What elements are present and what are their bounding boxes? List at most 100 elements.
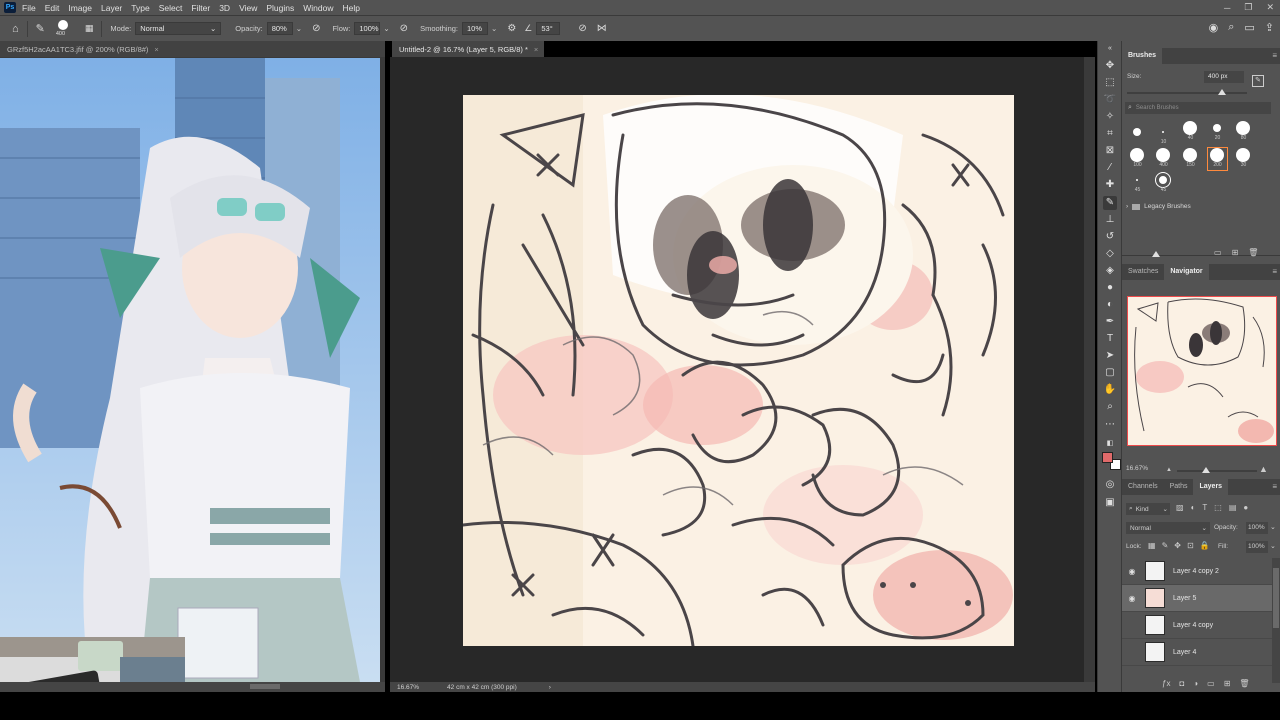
zoom-in-icon[interactable]: ▲ — [1259, 464, 1268, 474]
close-icon[interactable]: × — [154, 45, 158, 54]
adjustment-layer-filter-icon[interactable]: ◐ — [1191, 503, 1196, 512]
brush-preset[interactable]: 400 — [1154, 148, 1173, 170]
brush-preset-selected[interactable]: 200 — [1207, 147, 1228, 171]
visibility-eye-icon[interactable]: ◉ — [1122, 567, 1142, 576]
add-mask-icon[interactable]: ◘ — [1179, 679, 1184, 688]
lock-transparency-icon[interactable]: ▦ — [1148, 541, 1156, 550]
brush-size-slider[interactable] — [1127, 92, 1247, 94]
menu-help[interactable]: Help — [342, 3, 359, 13]
pen-tool-icon[interactable]: ✒ — [1103, 315, 1117, 329]
menu-view[interactable]: View — [239, 3, 257, 13]
opacity-input[interactable]: 80% — [266, 22, 293, 35]
healing-brush-tool-icon[interactable]: ✚ — [1103, 178, 1117, 192]
brush-preset[interactable]: 150 — [1181, 148, 1200, 170]
history-brush-tool-icon[interactable]: ↺ — [1103, 230, 1117, 244]
chevron-down-icon[interactable]: ⌄ — [383, 24, 389, 33]
zoom-level[interactable]: 16.67% — [397, 684, 419, 691]
document-canvas-area[interactable] — [390, 57, 1084, 682]
panel-menu-icon[interactable]: ≡ — [1272, 267, 1277, 276]
layers-scrollbar-thumb[interactable] — [1273, 568, 1279, 628]
foreground-color-swatch[interactable] — [1102, 452, 1113, 463]
brush-preset[interactable]: 40 — [1181, 121, 1200, 143]
menu-edit[interactable]: Edit — [45, 3, 60, 13]
menu-plugins[interactable]: Plugins — [266, 3, 294, 13]
lock-artboard-icon[interactable]: ⊡ — [1187, 541, 1194, 550]
brush-settings-icon[interactable]: ▦ — [85, 23, 94, 34]
brush-size-picker[interactable]: 400 — [53, 18, 75, 40]
mode-select[interactable]: Normal ⌄ — [135, 22, 222, 35]
menu-3d[interactable]: 3D — [219, 3, 230, 13]
default-colors-icon[interactable]: ◧ — [1103, 437, 1117, 451]
tab-navigator[interactable]: Navigator — [1164, 264, 1209, 280]
layer-blend-mode-select[interactable]: Normal ⌄ — [1126, 522, 1210, 534]
close-window-icon[interactable]: ✕ — [1266, 2, 1274, 13]
navigator-preview[interactable] — [1127, 296, 1277, 446]
new-folder-icon[interactable]: ▭ — [1214, 248, 1222, 257]
lock-pixels-icon[interactable]: ✎ — [1162, 541, 1169, 550]
menu-select[interactable]: Select — [159, 3, 183, 13]
path-selection-tool-icon[interactable]: ➤ — [1103, 349, 1117, 363]
sketch-canvas[interactable] — [461, 94, 1014, 648]
pressure-size-icon[interactable]: ⊘ — [578, 23, 586, 34]
minimize-icon[interactable]: ─ — [1224, 3, 1230, 13]
navigator-zoom-slider[interactable] — [1177, 470, 1257, 472]
panel-menu-icon[interactable]: ≡ — [1272, 51, 1277, 60]
tab-left-document[interactable]: GRzf5H2acAA1TC3.jfif @ 200% (RGB/8#) × — [0, 41, 385, 57]
account-icon[interactable]: ◉ — [1209, 21, 1219, 34]
smart-object-filter-icon[interactable]: ▤ — [1229, 503, 1237, 512]
tab-layers[interactable]: Layers — [1193, 479, 1229, 495]
menu-type[interactable]: Type — [131, 3, 149, 13]
eraser-tool-icon[interactable]: ◇ — [1103, 247, 1117, 261]
document-info[interactable]: 42 cm x 42 cm (300 ppi) — [447, 684, 517, 691]
delete-layer-icon[interactable]: 🗑 — [1239, 679, 1249, 688]
home-icon[interactable]: ⌂ — [12, 23, 19, 35]
menu-layer[interactable]: Layer — [101, 3, 122, 13]
marquee-tool-icon[interactable]: ⬚ — [1103, 76, 1117, 90]
search-icon[interactable]: ⌕ — [1228, 21, 1234, 34]
layer-opacity-input[interactable]: 100% — [1246, 522, 1268, 534]
angle-input[interactable]: 53° — [536, 22, 561, 35]
brush-preset[interactable]: 10 — [1154, 125, 1173, 147]
brush-preset[interactable]: 45 — [1154, 173, 1173, 195]
brush-preset[interactable]: 100 — [1128, 148, 1147, 170]
layer-fill-input[interactable]: 100% — [1246, 541, 1268, 553]
navigator-zoom-value[interactable]: 16.67% — [1126, 465, 1148, 472]
move-tool-icon[interactable]: ✥ — [1103, 59, 1117, 73]
lock-all-icon[interactable]: 🔒 — [1200, 541, 1210, 550]
lasso-tool-icon[interactable]: ➰ — [1103, 93, 1117, 107]
type-tool-icon[interactable]: T — [1103, 332, 1117, 346]
tab-brushes[interactable]: Brushes — [1122, 48, 1163, 64]
quick-mask-icon[interactable]: ◎ — [1103, 478, 1117, 492]
brush-preview-slider-handle[interactable] — [1152, 251, 1160, 257]
collapse-panel-icon[interactable]: « — [1103, 42, 1117, 56]
horizontal-scrollbar[interactable] — [250, 684, 280, 689]
filter-toggle-icon[interactable]: ● — [1243, 503, 1248, 512]
lock-position-icon[interactable]: ✥ — [1174, 541, 1181, 550]
crop-tool-icon[interactable]: ⌗ — [1103, 127, 1117, 141]
tab-swatches[interactable]: Swatches — [1122, 264, 1164, 280]
share-icon[interactable]: ⇪ — [1265, 21, 1274, 34]
chevron-down-icon[interactable]: ⌄ — [296, 24, 302, 33]
dodge-tool-icon[interactable]: ◐ — [1103, 298, 1117, 312]
visibility-eye-icon[interactable]: ◉ — [1122, 594, 1142, 603]
menu-file[interactable]: File — [22, 3, 36, 13]
workspace-icon[interactable]: ▭ — [1244, 21, 1254, 34]
frame-tool-icon[interactable]: ⊠ — [1103, 144, 1117, 158]
smoothing-input[interactable]: 10% — [462, 22, 489, 35]
brush-preset[interactable]: 45 — [1128, 173, 1147, 195]
menu-image[interactable]: Image — [68, 3, 92, 13]
layers-scrollbar[interactable] — [1272, 558, 1280, 683]
magic-wand-tool-icon[interactable]: ✧ — [1103, 110, 1117, 124]
brush-tool-preset-icon[interactable]: ✎ — [36, 22, 45, 35]
chevron-down-icon[interactable]: ⌄ — [1270, 542, 1276, 550]
paint-bucket-tool-icon[interactable]: ◈ — [1103, 264, 1117, 278]
vertical-scrollbar[interactable] — [1084, 57, 1095, 682]
status-menu-arrow-icon[interactable]: › — [549, 684, 551, 691]
screen-mode-icon[interactable]: ▣ — [1103, 496, 1117, 510]
shape-tool-icon[interactable]: ▢ — [1103, 366, 1117, 380]
brush-folder-legacy[interactable]: › Legacy Brushes — [1126, 203, 1191, 210]
panel-menu-icon[interactable]: ≡ — [1272, 482, 1277, 491]
chevron-down-icon[interactable]: ⌄ — [491, 24, 497, 33]
delete-brush-icon[interactable]: 🗑 — [1248, 248, 1258, 257]
restore-icon[interactable]: ❐ — [1244, 2, 1252, 13]
